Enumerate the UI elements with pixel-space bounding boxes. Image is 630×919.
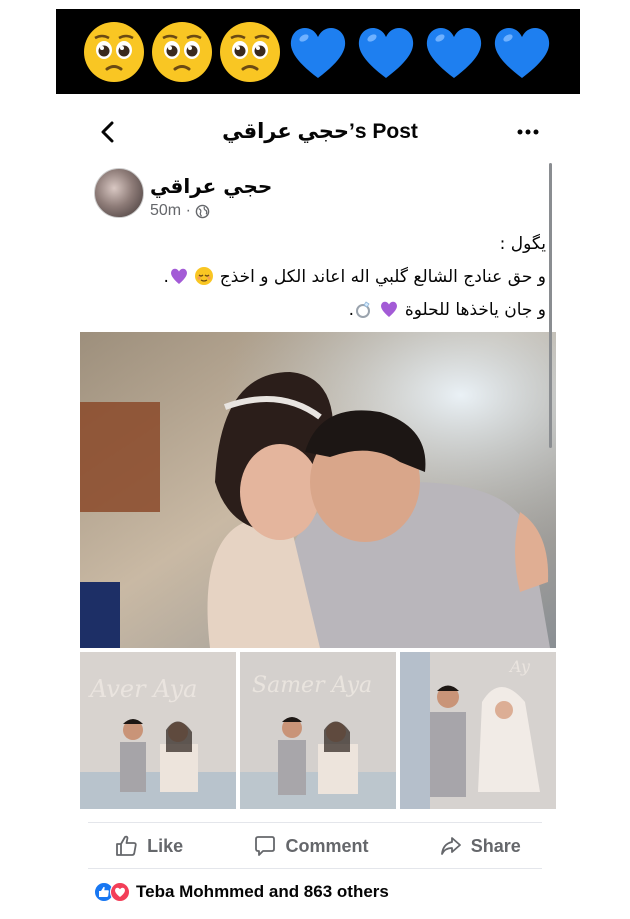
reactions-summary[interactable]: Teba Mohmmed and 863 others [94, 880, 389, 904]
post-photo-main[interactable] [80, 332, 556, 648]
more-horizontal-icon[interactable] [514, 118, 542, 146]
svg-text:Samer Aya: Samer Aya [252, 673, 372, 698]
share-label: Share [470, 835, 521, 856]
post-photo-thumb[interactable]: Samer Aya [240, 652, 396, 809]
couple-seated-photo: Ay [400, 652, 556, 809]
post-photo-thumb[interactable]: Aver Aya [80, 652, 236, 809]
share-icon [440, 837, 461, 855]
ring-icon [356, 301, 370, 318]
blue-heart-icon [494, 27, 550, 78]
love-reaction-icon [110, 882, 130, 902]
post-text-line-2: و حق عنادج الشالع گلبي اله اعاند الكل و … [106, 261, 546, 294]
post-photo-thumb[interactable]: Ay [400, 652, 556, 809]
couple-seated-photo: Samer Aya [240, 652, 396, 809]
purple-heart-icon [170, 268, 187, 284]
pleading-face-icon [84, 21, 144, 82]
reaction-count-text: Teba Mohmmed and 863 others [136, 882, 389, 901]
emoji-banner [56, 9, 580, 94]
blue-heart-icon [426, 27, 482, 78]
blue-heart-icon [290, 27, 346, 78]
avatar[interactable] [94, 168, 144, 218]
globe-icon [195, 204, 210, 218]
post-navbar: حجي عراقي’s Post [80, 104, 560, 160]
comment-label: Comment [285, 835, 369, 856]
divider [88, 822, 542, 823]
page-title: حجي عراقي’s Post [222, 120, 418, 143]
post-text-line: يگول : [499, 234, 546, 254]
thumbs-up-icon [116, 835, 137, 856]
svg-text:Aver Aya: Aver Aya [88, 675, 197, 703]
share-button[interactable]: Share [439, 834, 521, 858]
chevron-left-icon[interactable] [94, 118, 122, 146]
couple-seated-photo: Aver Aya [80, 652, 236, 809]
post-text-line-3: و جان ياخذها للحلوة . [106, 294, 546, 327]
blue-heart-icon [358, 27, 414, 78]
post-card: حجي عراقي 50m · يگول : و حق عنادج الشالع… [80, 160, 556, 648]
relieved-face-icon [195, 267, 214, 285]
action-bar: Like Comment Share [80, 826, 556, 866]
like-label: Like [147, 835, 184, 856]
couple-photo [80, 332, 556, 648]
photo-thumbnails: Aver Aya Samer Aya Ay [80, 652, 556, 809]
divider [88, 868, 542, 869]
author-name[interactable]: حجي عراقي [150, 174, 272, 198]
post-body: يگول : و حق عنادج الشالع گلبي اله اعاند … [106, 228, 546, 327]
post-text-content: و حق عنادج الشالع گلبي اله اعاند الكل و … [219, 267, 546, 287]
post-time[interactable]: 50m · [150, 202, 191, 220]
post-meta: 50m · [150, 202, 210, 220]
post-text-content: و جان ياخذها للحلوة [404, 300, 546, 320]
like-button[interactable]: Like [115, 834, 183, 858]
svg-text:Ay: Ay [508, 657, 531, 676]
scrollbar[interactable] [549, 163, 552, 448]
pleading-face-icon [152, 21, 212, 82]
pleading-face-icon [220, 21, 280, 82]
comment-button[interactable]: Comment [253, 834, 368, 858]
comment-icon [255, 836, 276, 856]
purple-heart-icon [381, 301, 398, 317]
